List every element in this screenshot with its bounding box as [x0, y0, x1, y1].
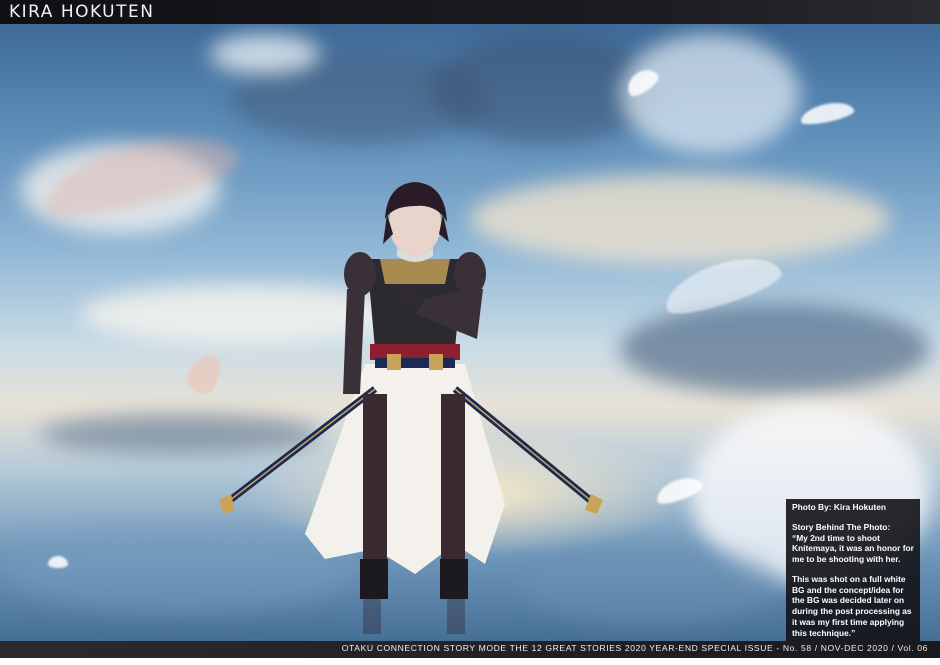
footer-issue-text: OTAKU CONNECTION STORY MODE THE 12 GREAT…	[341, 643, 928, 653]
footer-bar: OTAKU CONNECTION STORY MODE THE 12 GREAT…	[0, 641, 940, 658]
cloud	[620, 34, 800, 154]
story-heading: Story Behind The Photo:	[792, 521, 891, 532]
cloud	[210, 34, 320, 74]
cosplay-photo: Photo By: Kira Hokuten Story Behind The …	[0, 24, 940, 641]
feather	[48, 556, 68, 568]
photo-by-text: Photo By: Kira Hokuten	[792, 502, 886, 512]
story-quote-part1: “My 2nd time to shoot Knitemaya, it was …	[792, 532, 914, 565]
cosplayer-figure	[219, 182, 603, 634]
title-bar: KIRA HOKUTEN	[0, 0, 940, 24]
page-title: KIRA HOKUTEN	[9, 2, 155, 22]
feather	[798, 98, 856, 128]
photo-credit-box: Photo By: Kira Hokuten Story Behind The …	[786, 499, 920, 641]
story-quote-part2: This was shot on a full white BG and the…	[792, 573, 912, 638]
cloud	[620, 304, 930, 394]
